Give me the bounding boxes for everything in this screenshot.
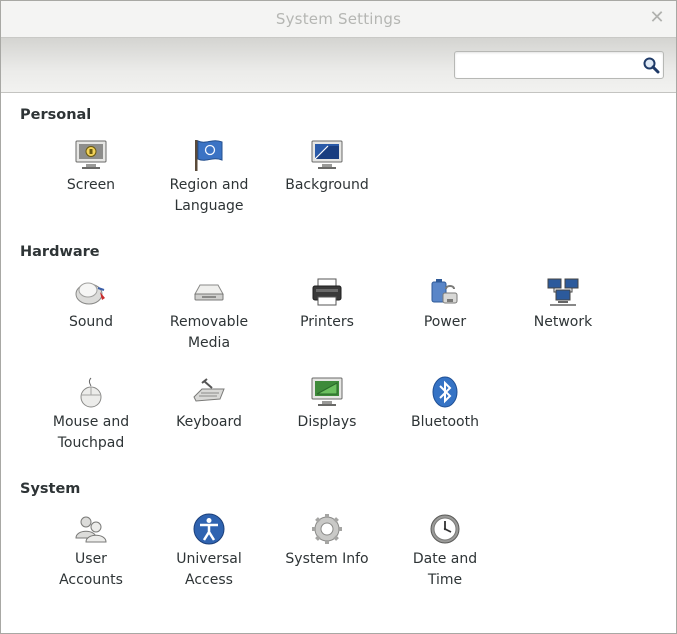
keyboard-icon [193,378,225,402]
settings-item-mouse-and-touchpad[interactable]: Mouse and Touchpad [36,375,146,454]
displays-icon [311,377,343,406]
settings-item-background[interactable]: Background [272,138,382,196]
user-accounts-icon [75,516,107,543]
settings-item-displays[interactable]: Displays [272,375,382,433]
settings-item-printers[interactable]: Printers [272,275,382,333]
settings-item-label: Power [423,314,467,330]
settings-item-screen[interactable]: Screen [36,138,146,196]
settings-item-label: Region and Language [169,177,249,214]
settings-item-sound[interactable]: Sound [36,275,146,333]
network-icon [547,278,579,306]
mouse-icon [80,377,102,408]
settings-item-label: Network [533,314,593,330]
settings-item-label: Sound [68,314,114,330]
clock-icon [430,514,460,544]
settings-item-label: Date and Time [412,551,478,588]
screen-lock-icon [75,140,107,169]
search-icon[interactable] [642,56,660,74]
search-input[interactable] [455,52,645,76]
settings-item-label: Removable Media [169,314,249,351]
close-icon: ✕ [649,7,665,28]
window-title: System Settings [275,10,402,28]
section-title-personal: Personal [20,107,92,123]
gear-icon [312,514,342,544]
settings-item-system-info[interactable]: System Info [272,512,382,570]
sound-icon [75,282,105,305]
settings-item-label: Screen [66,177,116,193]
settings-item-keyboard[interactable]: Keyboard [154,375,264,433]
settings-item-user-accounts[interactable]: User Accounts [36,512,146,591]
title-bar[interactable]: System Settings ✕ [1,1,676,38]
removable-media-icon [194,284,224,301]
settings-item-label: System Info [285,551,369,567]
settings-item-label: Background [285,177,369,193]
toolbar [1,38,676,93]
power-icon [431,279,458,304]
settings-item-bluetooth[interactable]: Bluetooth [390,375,500,433]
section-title-system: System [20,481,81,497]
settings-item-label: Keyboard [176,414,242,430]
settings-item-label: Displays [297,414,357,430]
close-button[interactable]: ✕ [648,8,666,28]
search-box[interactable] [454,51,664,79]
settings-item-network[interactable]: Network [508,275,618,333]
printer-icon [312,278,342,306]
settings-item-universal-access[interactable]: Universal Access [154,512,264,591]
region-flag-icon [195,140,223,171]
settings-item-date-and-time[interactable]: Date and Time [390,512,500,591]
settings-item-label: Printers [300,314,354,330]
section-title-hardware: Hardware [20,244,100,260]
settings-window: System Settings ✕ Personal Screen Region… [0,0,677,634]
settings-item-label: User Accounts [59,551,123,588]
settings-item-label: Universal Access [176,551,242,588]
settings-item-power[interactable]: Power [390,275,500,333]
settings-item-label: Mouse and Touchpad [52,414,130,451]
settings-item-region-and-language[interactable]: Region and Language [154,138,264,217]
bluetooth-icon [432,376,458,408]
settings-item-removable-media[interactable]: Removable Media [154,275,264,354]
settings-item-label: Bluetooth [411,414,479,430]
universal-access-icon [193,513,225,545]
background-icon [311,140,343,169]
